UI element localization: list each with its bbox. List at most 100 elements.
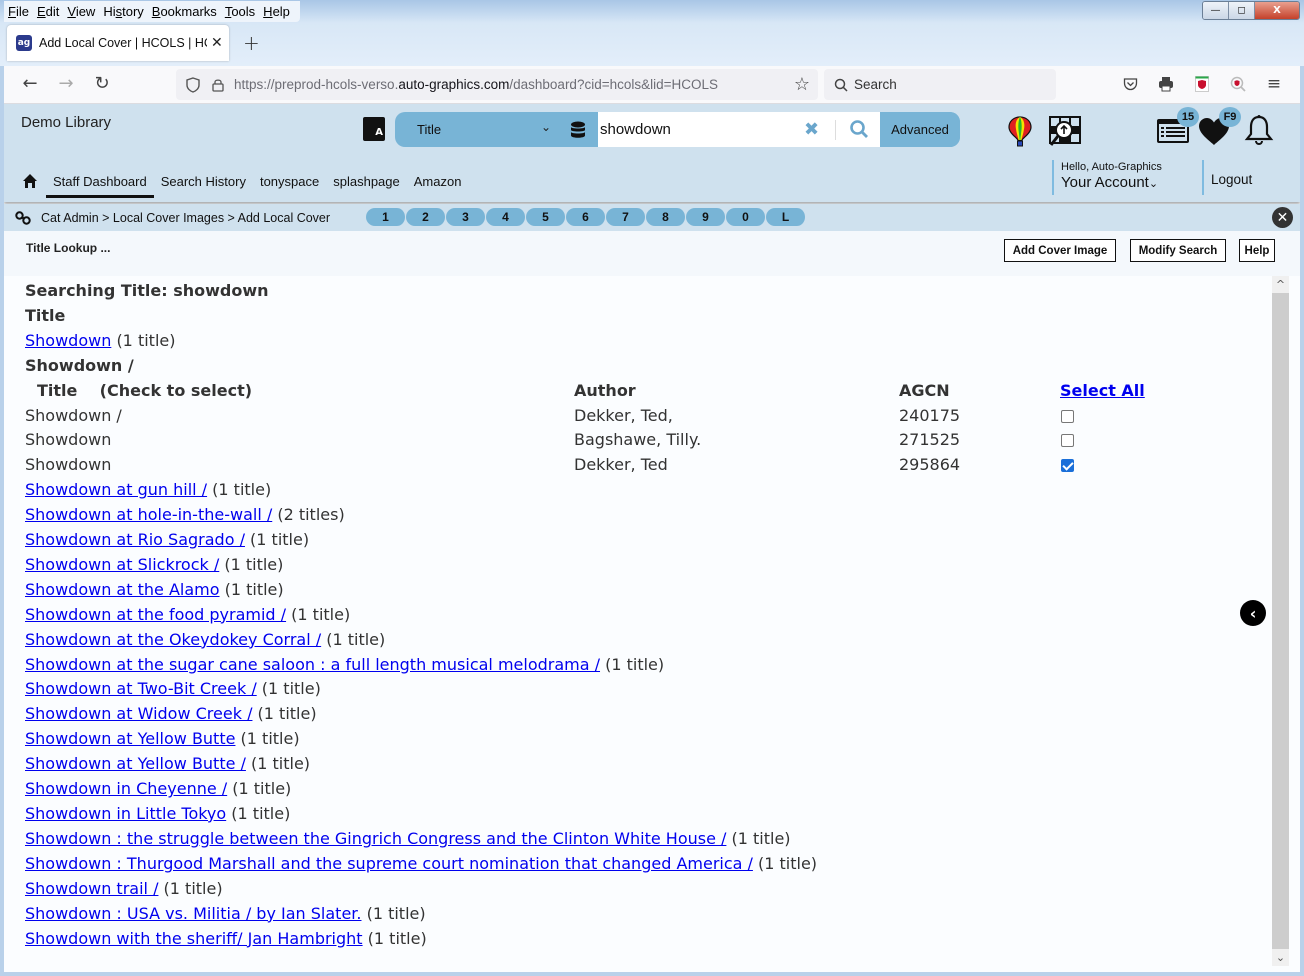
menu-bookmarks[interactable]: Bookmarks (148, 1, 221, 22)
quick-tab-2[interactable]: 2 (406, 208, 446, 226)
result-link[interactable]: Showdown with the sheriff/ Jan Hambright (25, 929, 363, 948)
select-all-link[interactable]: Select All (1060, 379, 1145, 404)
result-link[interactable]: Showdown : the struggle between the Ging… (25, 829, 726, 848)
group-heading: Showdown / (25, 355, 134, 375)
quick-tab-3[interactable]: 3 (446, 208, 486, 226)
scrollbar-thumb[interactable] (1272, 293, 1289, 949)
result-link[interactable]: Showdown (25, 331, 111, 350)
quick-tab-L[interactable]: L (766, 208, 806, 226)
quick-tab-8[interactable]: 8 (646, 208, 686, 226)
add-cover-image-button[interactable]: Add Cover Image (1004, 239, 1116, 262)
bookmark-star-icon[interactable]: ☆ (794, 74, 810, 95)
select-checkbox[interactable] (1061, 434, 1074, 448)
your-account-dropdown[interactable]: Your Account⌄ (1061, 174, 1162, 193)
nav-splashpage[interactable]: splashpage (333, 174, 400, 189)
library-name: Demo Library (21, 114, 112, 131)
result-link[interactable]: Showdown at the Alamo (25, 580, 220, 599)
close-window-button[interactable]: X (1255, 2, 1299, 19)
result-link[interactable]: Showdown at Widow Creek / (25, 704, 252, 723)
database-icon[interactable] (570, 121, 586, 139)
mcafee-search-icon[interactable] (1228, 74, 1248, 94)
bell-icon[interactable] (1244, 114, 1274, 148)
back-arrow-icon[interactable]: ← (18, 73, 42, 94)
quick-tab-7[interactable]: 7 (606, 208, 646, 226)
reload-icon[interactable]: ↻ (90, 73, 114, 94)
result-link[interactable]: Showdown at gun hill / (25, 480, 207, 499)
list-item: Showdown (1 title) (25, 329, 817, 354)
logout-link[interactable]: Logout (1202, 160, 1252, 195)
quick-tab-6[interactable]: 6 (566, 208, 606, 226)
chevron-left-icon[interactable]: ‹ (1240, 600, 1266, 626)
select-checkbox[interactable] (1061, 459, 1074, 473)
hot-air-balloon-icon[interactable] (1008, 116, 1032, 148)
hamburger-menu-icon[interactable]: ≡ (1264, 74, 1284, 94)
advanced-search-button[interactable]: Advanced (880, 112, 960, 147)
search-input[interactable] (598, 112, 880, 147)
breadcrumb-text[interactable]: Cat Admin > Local Cover Images > Add Loc… (41, 211, 330, 225)
nav-amazon[interactable]: Amazon (414, 174, 462, 189)
result-link[interactable]: Showdown in Little Tokyo (25, 804, 226, 823)
minimize-button[interactable]: — (1203, 2, 1229, 19)
menu-edit[interactable]: Edit (33, 1, 63, 22)
result-link[interactable]: Showdown at the food pyramid / (25, 605, 286, 624)
forward-arrow-icon[interactable]: → (54, 73, 78, 94)
scroll-up-arrow-icon[interactable]: ^ (1272, 276, 1289, 293)
table-row: Showdown Dekker, Ted 295864 (25, 453, 1074, 478)
cell-author: Dekker, Ted, (574, 405, 673, 425)
result-link[interactable]: Showdown : Thurgood Marshall and the sup… (25, 854, 753, 873)
quick-tab-0[interactable]: 0 (726, 208, 766, 226)
menu-view[interactable]: View (63, 1, 99, 22)
quick-tab-1[interactable]: 1 (366, 208, 406, 226)
nav-search-history[interactable]: Search History (161, 174, 246, 189)
quick-tab-4[interactable]: 4 (486, 208, 526, 226)
account-menu[interactable]: Hello, Auto-Graphics Your Account⌄ (1052, 160, 1162, 195)
result-link[interactable]: Showdown in Cheyenne / (25, 779, 227, 798)
result-link[interactable]: Showdown at Slickrock / (25, 555, 219, 574)
result-link[interactable]: Showdown at Rio Sagrado / (25, 530, 245, 549)
list-item: Showdown at hole-in-the-wall / (2 titles… (25, 503, 817, 528)
results-panel: Searching Title: showdown Title Showdown… (4, 276, 1272, 966)
cover-search-icon[interactable] (1048, 114, 1082, 148)
pocket-icon[interactable] (1120, 74, 1140, 94)
restore-button[interactable]: ◻ (1229, 2, 1255, 19)
new-tab-button[interactable]: + (243, 31, 260, 55)
app-header: Demo Library A Title ⌄ ✖ Advanced (4, 104, 1300, 202)
result-link[interactable]: Showdown at the sugar cane saloon : a fu… (25, 655, 600, 674)
result-link[interactable]: Showdown at the Okeydokey Corral / (25, 630, 321, 649)
translate-icon[interactable]: A (363, 117, 385, 141)
quick-tab-5[interactable]: 5 (526, 208, 566, 226)
browser-search-input[interactable]: Search (824, 69, 1056, 100)
home-icon[interactable] (22, 173, 38, 189)
select-checkbox[interactable] (1061, 409, 1074, 423)
nav-staff-dashboard[interactable]: Staff Dashboard (46, 174, 154, 198)
mcafee-shield-icon[interactable] (1192, 74, 1212, 94)
list-item: Showdown : USA vs. Militia / by Ian Slat… (25, 902, 817, 927)
print-icon[interactable] (1156, 74, 1176, 94)
search-type-select[interactable]: Title (417, 122, 441, 137)
chevron-down-icon[interactable]: ⌄ (541, 120, 551, 134)
menu-help[interactable]: Help (259, 1, 294, 22)
result-link[interactable]: Showdown at hole-in-the-wall / (25, 505, 272, 524)
vertical-scrollbar[interactable]: ^ ⌄ (1272, 276, 1289, 966)
shield-icon (186, 76, 200, 93)
browser-tab-active[interactable]: ag Add Local Cover | HCOLS | HCOLS ✕ (7, 25, 229, 61)
nav-tonyspace[interactable]: tonyspace (260, 174, 319, 189)
search-icon[interactable] (849, 119, 869, 139)
tab-close-icon[interactable]: ✕ (211, 35, 223, 51)
result-link[interactable]: Showdown : USA vs. Militia / by Ian Slat… (25, 904, 361, 923)
clear-search-icon[interactable]: ✖ (804, 119, 819, 140)
help-button[interactable]: Help (1239, 239, 1275, 262)
result-link[interactable]: Showdown at Yellow Butte (25, 729, 235, 748)
modify-search-button[interactable]: Modify Search (1130, 239, 1226, 262)
menu-history[interactable]: History (99, 1, 147, 22)
result-link[interactable]: Showdown trail / (25, 879, 158, 898)
quick-tab-9[interactable]: 9 (686, 208, 726, 226)
menu-file[interactable]: File (4, 1, 33, 22)
url-bar[interactable]: https://preprod-hcols-verso.auto-graphic… (176, 69, 818, 100)
menu-bar: File Edit View History Bookmarks Tools Help (4, 1, 300, 22)
result-link[interactable]: Showdown at Two-Bit Creek / (25, 679, 257, 698)
close-icon[interactable]: ✕ (1272, 207, 1293, 228)
menu-tools[interactable]: Tools (221, 1, 259, 22)
scroll-down-arrow-icon[interactable]: ⌄ (1272, 949, 1289, 966)
result-link[interactable]: Showdown at Yellow Butte / (25, 754, 246, 773)
